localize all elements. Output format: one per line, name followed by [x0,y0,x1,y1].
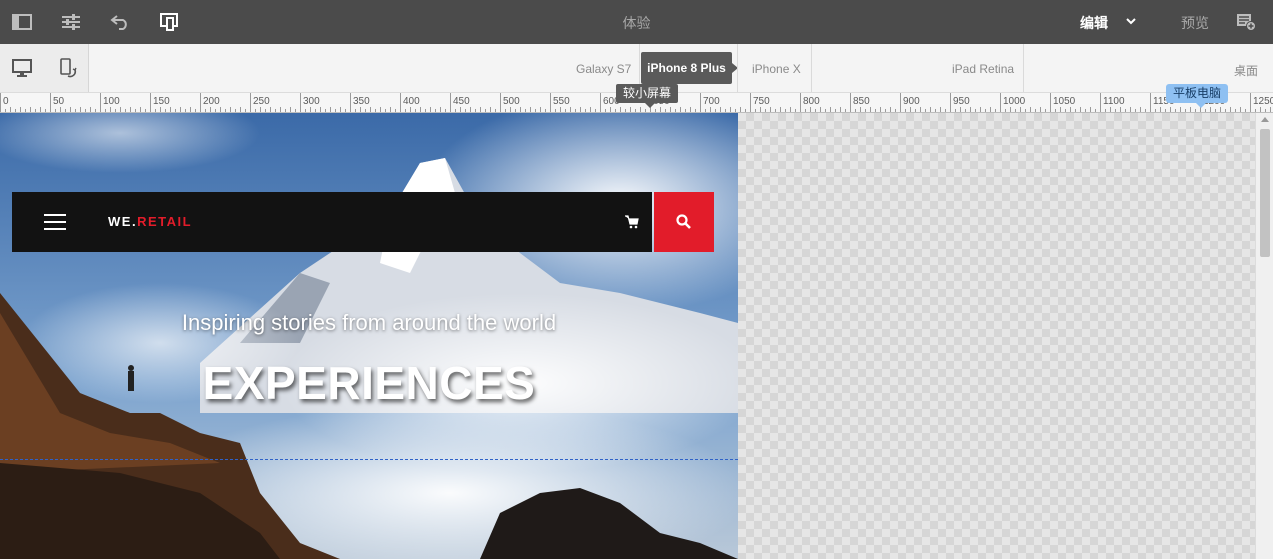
site-navbar: WE.RETAIL [12,192,652,252]
breakpoint-marker [1196,103,1206,108]
hero-background-image [0,113,738,559]
breakpoint-marker [645,103,655,108]
breakpoint-label-small-screen: 较小屏幕 [616,84,679,103]
ruler-label: 50 [53,96,65,107]
ruler-label: 500 [503,96,520,107]
ruler-label: 350 [353,96,370,107]
ruler-label: 1250 [1253,96,1273,107]
ruler-label: 800 [803,96,820,107]
ruler-label: 1000 [1003,96,1026,107]
rotate-device-icon[interactable] [56,57,78,79]
ruler-label: 550 [553,96,570,107]
device-iphone-x[interactable]: iPhone X [752,62,801,76]
ruler-label: 900 [903,96,920,107]
device-galaxy-s7[interactable]: Galaxy S7 [576,62,631,76]
vertical-scrollbar[interactable] [1255,113,1273,559]
preview-button[interactable]: 预览 [1181,13,1209,33]
top-toolbar: 体验 编辑 预览 [0,0,1273,44]
annotate-icon[interactable] [1235,11,1257,33]
hero-title: EXPERIENCES [202,357,536,409]
site-logo[interactable]: WE.RETAIL [108,214,192,229]
hero-banner: WE.RETAIL Inspiring stories from around … [0,113,738,559]
cart-icon[interactable] [625,215,639,229]
device-iphone-8-plus[interactable]: iPhone 8 Plus [641,52,732,84]
scroll-thumb[interactable] [1260,129,1270,257]
ruler-label: 1100 [1103,96,1125,107]
device-controls [0,44,89,92]
ruler-label: 150 [153,96,170,107]
ruler-label: 300 [303,96,320,107]
ruler-label: 1050 [1053,96,1076,107]
scroll-up-arrow-icon[interactable] [1261,117,1269,122]
device-desktop[interactable]: 桌面 [1234,62,1258,79]
menu-icon[interactable] [44,214,68,230]
ruler-label: 950 [953,96,970,107]
ruler-label: 250 [253,96,270,107]
ruler-label: 750 [753,96,770,107]
hero-subtitle: Inspiring stories from around the world [181,310,557,335]
breakpoint-label-tablet: 平板电脑 [1166,84,1229,103]
ruler-label: 700 [703,96,720,107]
ruler-label: 400 [403,96,420,107]
ruler-label: 450 [453,96,470,107]
ruler-label: 200 [203,96,220,107]
ruler-label: 850 [853,96,870,107]
chevron-down-icon[interactable] [1124,12,1138,35]
empty-canvas-area [738,113,1255,559]
device-divider [1023,44,1024,92]
fold-indicator-line [0,459,738,460]
logo-prefix: WE. [108,214,138,229]
logo-suffix: RETAIL [137,214,193,229]
search-button[interactable] [654,192,714,252]
device-divider [737,44,738,92]
device-ipad-retina[interactable]: iPad Retina [952,62,1014,76]
search-icon [676,214,691,229]
mode-edit-dropdown[interactable]: 编辑 [1080,13,1108,33]
ruler-label: 0 [3,96,9,107]
device-divider [811,44,812,92]
ruler-label: 100 [103,96,120,107]
desktop-icon[interactable] [11,57,33,79]
